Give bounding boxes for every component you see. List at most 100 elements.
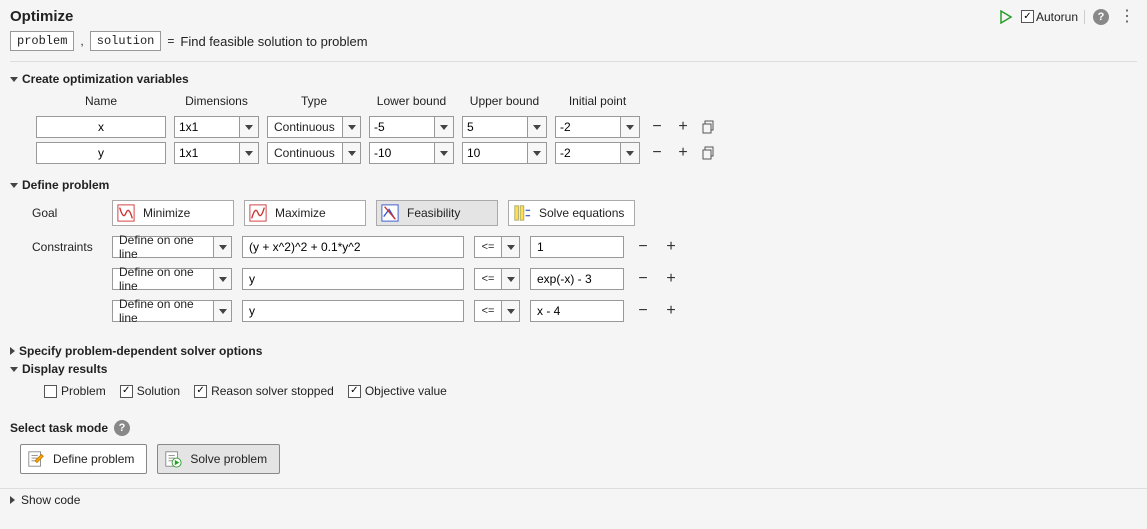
autorun-label: Autorun <box>1036 10 1078 24</box>
constraint-row: Define on one line <= − + <box>32 300 1137 322</box>
checkbox-icon[interactable] <box>44 385 57 398</box>
add-constraint-icon[interactable]: + <box>662 302 680 320</box>
remove-row-icon[interactable]: − <box>648 118 666 136</box>
section-solver-header[interactable]: Specify problem-dependent solver options <box>10 344 1137 358</box>
goal-solve-button[interactable]: Solve equations <box>508 200 635 226</box>
autorun-checkbox[interactable]: ✓ <box>1021 10 1034 23</box>
var-ub-input[interactable] <box>462 116 547 138</box>
remove-constraint-icon[interactable]: − <box>634 270 652 288</box>
display-solution-checkbox[interactable]: ✓ Solution <box>120 384 180 398</box>
remove-row-icon[interactable]: − <box>648 144 666 162</box>
constraint-mode-select[interactable]: Define on one line <box>112 268 232 290</box>
more-menu-icon[interactable]: ⋮ <box>1117 9 1137 25</box>
var-name-input[interactable] <box>36 116 166 138</box>
constraint-mode-select[interactable]: Define on one line <box>112 300 232 322</box>
add-row-icon[interactable]: + <box>674 118 692 136</box>
goal-maximize-button[interactable]: Maximize <box>244 200 366 226</box>
display-problem-checkbox[interactable]: Problem <box>44 384 106 398</box>
var-ub-input[interactable] <box>462 142 547 164</box>
show-code-label: Show code <box>21 493 80 507</box>
show-code-toggle[interactable]: Show code <box>0 488 1147 511</box>
var-ip-input[interactable] <box>555 142 640 164</box>
table-header-row: Name Dimensions Type Lower bound Upper b… <box>32 94 722 114</box>
section-display-header[interactable]: Display results <box>10 362 1137 376</box>
col-ub: Upper bound <box>458 94 551 114</box>
remove-constraint-icon[interactable]: − <box>634 238 652 256</box>
chevron-down-icon <box>10 77 18 82</box>
task-description: Find feasible solution to problem <box>180 34 367 49</box>
header-right: ✓ Autorun ? ⋮ <box>999 9 1137 25</box>
var-lb-input[interactable] <box>369 116 454 138</box>
page-title: Optimize <box>10 8 73 25</box>
chevron-right-icon <box>10 347 15 355</box>
goal-label: Goal <box>32 206 102 220</box>
constraint-rhs-input[interactable] <box>530 300 624 322</box>
constraint-row: Constraints Define on one line <= − + <box>32 236 1137 258</box>
var-name-input[interactable] <box>36 142 166 164</box>
constraint-expr-input[interactable] <box>242 268 464 290</box>
constraint-op-select[interactable]: <= <box>474 236 520 258</box>
solve-problem-button[interactable]: Solve problem <box>157 444 280 474</box>
task-mode-section: Select task mode ? Define problem Solve … <box>10 410 1137 474</box>
help-icon[interactable]: ? <box>114 420 130 436</box>
copy-row-icon[interactable] <box>700 118 718 136</box>
variable-row: Continuous − + <box>32 114 722 140</box>
col-type: Type <box>263 94 365 114</box>
section-solver-options: Specify problem-dependent solver options <box>10 344 1137 358</box>
output-solution[interactable]: solution <box>90 31 162 51</box>
constraint-op-select[interactable]: <= <box>474 300 520 322</box>
define-problem-button[interactable]: Define problem <box>20 444 147 474</box>
equals: = <box>167 34 174 48</box>
section-variables-header[interactable]: Create optimization variables <box>10 72 1137 86</box>
chevron-down-icon <box>10 183 18 188</box>
var-type-select[interactable]: Continuous <box>267 116 361 138</box>
autorun-toggle[interactable]: ✓ Autorun <box>1021 10 1085 24</box>
var-ip-input[interactable] <box>555 116 640 138</box>
run-icon[interactable] <box>999 10 1013 24</box>
goal-minimize-button[interactable]: Minimize <box>112 200 234 226</box>
constraint-op-select[interactable]: <= <box>474 268 520 290</box>
variable-row: Continuous − + <box>32 140 722 166</box>
display-options-row: Problem ✓ Solution ✓ Reason solver stopp… <box>32 384 1137 398</box>
goal-feasibility-button[interactable]: Feasibility <box>376 200 498 226</box>
chevron-right-icon <box>10 496 15 504</box>
section-problem-title: Define problem <box>22 178 109 192</box>
var-lb-input[interactable] <box>369 142 454 164</box>
checkbox-icon[interactable]: ✓ <box>348 385 361 398</box>
section-display-results: Display results Problem ✓ Solution ✓ Rea… <box>10 362 1137 406</box>
section-display-title: Display results <box>22 362 107 376</box>
col-ip: Initial point <box>551 94 644 114</box>
variables-table: Name Dimensions Type Lower bound Upper b… <box>32 94 722 166</box>
remove-constraint-icon[interactable]: − <box>634 302 652 320</box>
section-solver-title: Specify problem-dependent solver options <box>19 344 262 358</box>
output-problem[interactable]: problem <box>10 31 74 51</box>
section-variables-title: Create optimization variables <box>22 72 189 86</box>
var-dims-input[interactable] <box>174 142 259 164</box>
col-dims: Dimensions <box>170 94 263 114</box>
constraint-mode-select[interactable]: Define on one line <box>112 236 232 258</box>
constraint-expr-input[interactable] <box>242 236 464 258</box>
constraint-row: Define on one line <= − + <box>32 268 1137 290</box>
col-lb: Lower bound <box>365 94 458 114</box>
var-type-select[interactable]: Continuous <box>267 142 361 164</box>
help-icon[interactable]: ? <box>1093 9 1109 25</box>
constraint-rhs-input[interactable] <box>530 236 624 258</box>
checkbox-icon[interactable]: ✓ <box>194 385 207 398</box>
display-objective-checkbox[interactable]: ✓ Objective value <box>348 384 447 398</box>
add-constraint-icon[interactable]: + <box>662 270 680 288</box>
var-dims-input[interactable] <box>174 116 259 138</box>
header-row: Optimize ✓ Autorun ? ⋮ <box>10 8 1137 25</box>
add-row-icon[interactable]: + <box>674 144 692 162</box>
section-problem-header[interactable]: Define problem <box>10 178 1137 192</box>
separator <box>10 61 1137 62</box>
constraint-expr-input[interactable] <box>242 300 464 322</box>
add-constraint-icon[interactable]: + <box>662 238 680 256</box>
checkbox-icon[interactable]: ✓ <box>120 385 133 398</box>
chevron-down-icon <box>10 367 18 372</box>
constraint-rhs-input[interactable] <box>530 268 624 290</box>
constraints-label: Constraints <box>32 240 102 254</box>
copy-row-icon[interactable] <box>700 144 718 162</box>
signature-row: problem , solution = Find feasible solut… <box>10 31 1137 51</box>
col-name: Name <box>32 94 170 114</box>
display-reason-checkbox[interactable]: ✓ Reason solver stopped <box>194 384 334 398</box>
